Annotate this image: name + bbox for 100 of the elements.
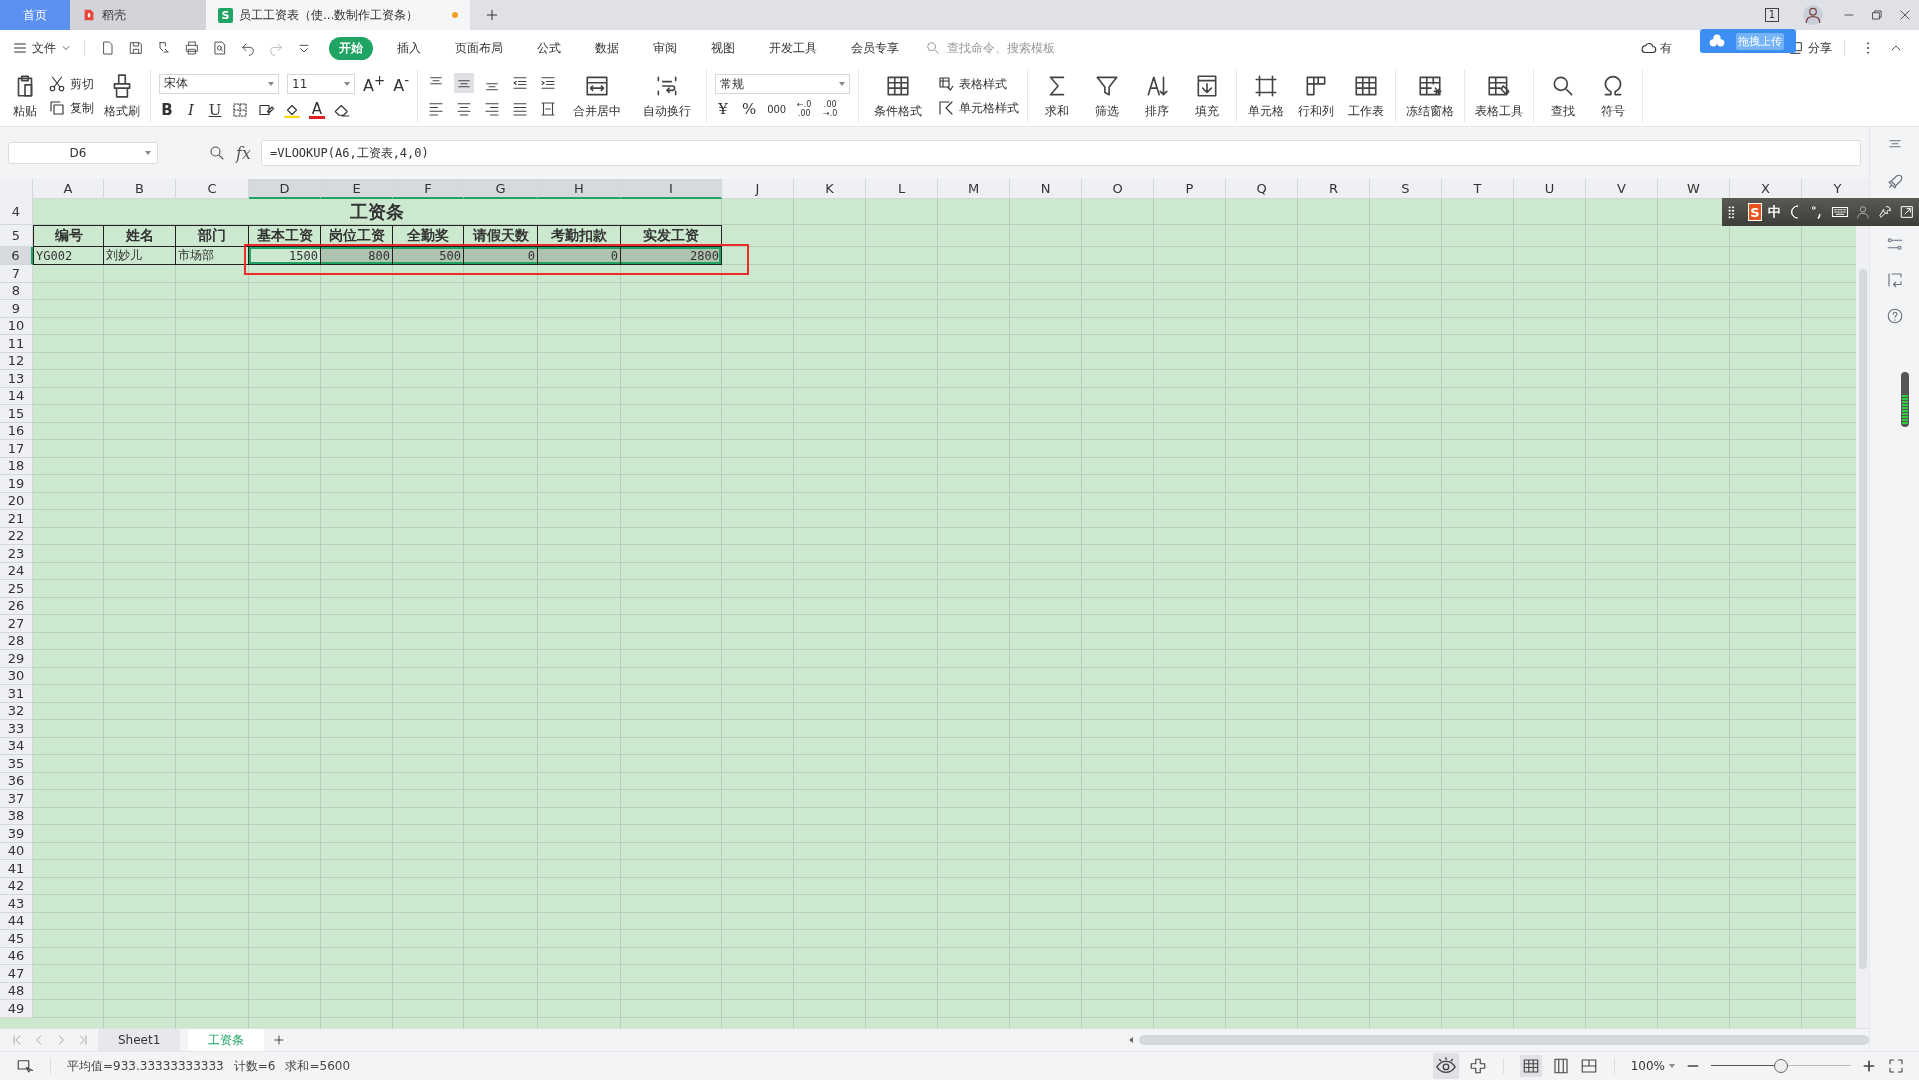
italic-button[interactable]: I [183,101,199,120]
thousands-button[interactable]: 000 [767,103,787,115]
name-box[interactable]: D6 [8,142,158,164]
sync-status[interactable]: 有 [1640,39,1672,57]
currency-button[interactable]: ¥ [715,100,732,118]
document-tab[interactable]: S 员工工资表（使...数制作工资条） [206,0,470,30]
conditional-format-button[interactable]: 条件格式 [867,72,930,120]
wrap-text-button[interactable]: 自动换行 [636,72,699,120]
row-header[interactable]: 9 [0,300,33,318]
bold-button[interactable]: B [159,101,175,120]
percent-button[interactable]: % [741,100,758,118]
column-header[interactable]: H [538,179,621,199]
row-header[interactable]: 37 [0,790,33,808]
row-header[interactable]: 27 [0,615,33,633]
paste-button[interactable]: 粘贴 [10,72,40,120]
row-header[interactable]: 35 [0,755,33,773]
row-header[interactable]: 49 [0,1000,33,1018]
column-header[interactable]: R [1298,179,1370,199]
shrink-font-button[interactable]: A$^{-}$ [393,72,410,96]
column-header[interactable]: M [938,179,1010,199]
row-header[interactable]: 41 [0,860,33,878]
ribbon-button[interactable]: 工作表 [1345,72,1388,120]
row-header[interactable]: 45 [0,930,33,948]
format-painter-button[interactable]: 格式刷 [102,72,142,120]
row-header[interactable]: 47 [0,965,33,983]
ribbon-button[interactable]: 符号 [1592,72,1635,120]
table-style-button[interactable]: 表格样式 [937,75,1020,93]
row-header[interactable]: 7 [0,265,33,283]
cell-style-button[interactable]: 单元格样式 [937,99,1020,117]
decrease-decimal-button[interactable]: .00 →.0 [822,100,839,118]
command-search-field[interactable]: 查找命令、搜索模板 [925,40,1089,56]
row-header[interactable]: 29 [0,650,33,668]
row-header[interactable]: 11 [0,335,33,353]
ribbon-button[interactable]: 单元格 [1245,72,1288,120]
font-size-field[interactable]: 11 [287,74,355,94]
row-header[interactable]: 6 [0,247,33,265]
ribbon-tab[interactable]: 公式 [527,36,571,60]
ribbon-button[interactable]: 冻结窗格 [1404,72,1457,120]
column-header[interactable]: I [621,179,722,199]
column-header[interactable]: O [1082,179,1154,199]
font-name-field[interactable]: 宋体 [159,74,279,94]
row-header[interactable]: 5 [0,225,33,247]
row-header[interactable]: 17 [0,440,33,458]
window-count-icon[interactable]: 1 [1764,8,1779,22]
ribbon-button[interactable]: 表格工具 [1473,72,1526,120]
row-header[interactable]: 21 [0,510,33,528]
row-header[interactable]: 39 [0,825,33,843]
column-header[interactable]: T [1442,179,1514,199]
ribbon-tab[interactable]: 开发工具 [759,36,827,60]
grow-font-button[interactable]: A$^{+}$ [363,72,386,96]
merge-center-button[interactable]: 合并居中 [566,72,629,120]
input-method-logo[interactable]: S [1748,203,1762,221]
ribbon-button[interactable]: 填充 [1186,72,1229,120]
input-method-toolbar[interactable]: S 中 [1722,198,1919,226]
copy-button[interactable]: 复制 [48,99,94,117]
column-header[interactable]: J [722,179,794,199]
file-menu[interactable]: 文件 [12,39,72,57]
row-header[interactable]: 13 [0,370,33,388]
row-header[interactable]: 15 [0,405,33,423]
column-header[interactable]: V [1586,179,1658,199]
ribbon-button[interactable]: 排序 [1136,72,1179,120]
row-header[interactable]: 23 [0,545,33,563]
document-tab[interactable]: 稻壳 [70,0,206,30]
column-header[interactable]: U [1514,179,1586,199]
ribbon-tab[interactable]: 插入 [387,36,431,60]
formula-field[interactable]: =VLOOKUP(A6,工资表,4,0) [260,140,1861,166]
ribbon-tab[interactable]: 视图 [701,36,745,60]
column-header[interactable]: F [393,179,464,199]
row-header[interactable]: 4 [0,199,33,225]
column-header[interactable]: E [321,179,393,199]
row-header[interactable]: 25 [0,580,33,598]
sheet-tab[interactable]: Sheet1 [98,1029,181,1051]
ribbon-button[interactable]: 筛选 [1086,72,1129,120]
row-header[interactable]: 31 [0,685,33,703]
ribbon-tab[interactable]: 数据 [585,36,629,60]
ribbon-tab[interactable]: 会员专享 [841,36,909,60]
underline-button[interactable]: U [207,101,223,120]
increase-decimal-button[interactable]: ←.0 .00 [796,100,813,118]
row-header[interactable]: 43 [0,895,33,913]
column-header[interactable]: N [1010,179,1082,199]
ribbon-tab[interactable]: 页面布局 [445,36,513,60]
ribbon-button[interactable]: 求和 [1036,72,1079,120]
ribbon-tab[interactable]: 审阅 [643,36,687,60]
column-header[interactable]: Q [1226,179,1298,199]
column-header[interactable]: G [464,179,538,199]
function-button[interactable]: fx [236,143,251,163]
ribbon-button[interactable]: 行和列 [1295,72,1338,120]
column-header[interactable]: K [794,179,866,199]
column-header[interactable]: P [1154,179,1226,199]
column-header[interactable]: S [1370,179,1442,199]
row-header[interactable]: 33 [0,720,33,738]
column-header[interactable]: L [866,179,938,199]
column-header[interactable]: D [249,179,321,199]
zoom-level-dropdown[interactable]: 100% [1630,1059,1675,1073]
font-color-button[interactable]: A [309,101,325,119]
ribbon-button[interactable]: 查找 [1542,72,1585,120]
row-header[interactable]: 19 [0,475,33,493]
input-mode-toggle[interactable]: 中 [1768,203,1781,221]
number-format-field[interactable]: 常规 [715,74,851,94]
cut-button[interactable]: 剪切 [48,75,94,93]
